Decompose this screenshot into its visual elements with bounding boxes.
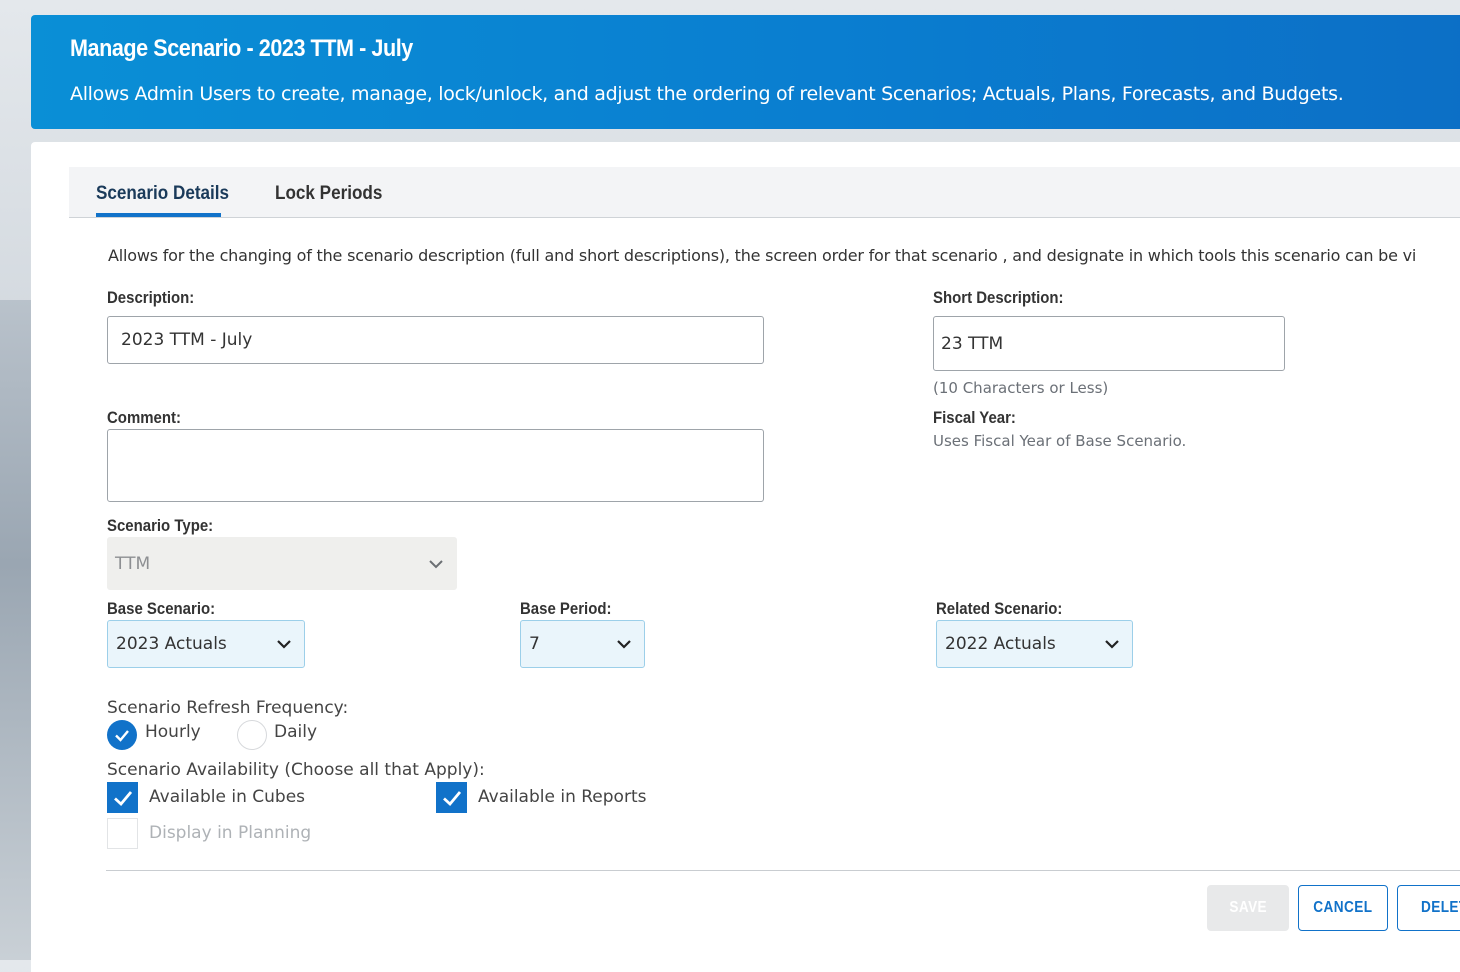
base-period-label: Base Period: (520, 599, 612, 618)
radio-daily-label: Daily (274, 722, 318, 742)
scenario-panel: Scenario Details Lock Periods Allows for… (31, 142, 1460, 972)
scenario-type-select: TTM (107, 537, 457, 590)
related-scenario-label: Related Scenario: (936, 599, 1063, 618)
checkbox-available-in-reports[interactable] (436, 782, 467, 813)
tab-scenario-details[interactable]: Scenario Details (96, 183, 229, 205)
footer-divider (106, 870, 1460, 871)
page-subtitle: Allows Admin Users to create, manage, lo… (70, 83, 1344, 105)
fiscal-year-label: Fiscal Year: (933, 408, 1016, 427)
chevron-down-icon (617, 640, 631, 649)
short-description-input[interactable]: 23 TTM (933, 316, 1285, 371)
tab-lock-periods[interactable]: Lock Periods (275, 183, 382, 205)
cancel-button[interactable]: CANCEL (1298, 885, 1388, 931)
active-tab-indicator (96, 213, 221, 217)
comment-field[interactable] (107, 429, 764, 502)
short-description-label: Short Description: (933, 288, 1064, 307)
radio-hourly-label: Hourly (145, 722, 201, 742)
description-value: 2023 TTM - July (121, 330, 253, 350)
fiscal-year-note: Uses Fiscal Year of Base Scenario. (933, 432, 1187, 450)
cancel-button-label: CANCEL (1313, 899, 1373, 916)
save-button[interactable]: SAVE (1207, 885, 1289, 931)
save-button-label: SAVE (1229, 899, 1267, 916)
base-scenario-value: 2023 Actuals (116, 634, 227, 654)
description-input[interactable]: 2023 TTM - July (107, 316, 764, 364)
display-in-planning-label: Display in Planning (149, 823, 312, 843)
chevron-down-icon (277, 640, 291, 649)
availability-label: Scenario Availability (Choose all that A… (107, 760, 485, 780)
tab-bar: Scenario Details Lock Periods (69, 167, 1460, 218)
checkbox-available-in-cubes[interactable] (107, 782, 138, 813)
check-icon (113, 790, 132, 806)
delete-button-label: DELETE (1420, 899, 1460, 916)
base-scenario-label: Base Scenario: (107, 599, 216, 618)
scenario-type-value: TTM (115, 553, 151, 574)
radio-hourly[interactable] (107, 720, 137, 750)
check-icon (442, 790, 461, 806)
chevron-down-icon (1105, 640, 1119, 649)
comment-label: Comment: (107, 408, 181, 427)
check-icon (115, 730, 129, 742)
base-period-value: 7 (529, 634, 540, 654)
page-header: Manage Scenario - 2023 TTM - July Allows… (31, 15, 1460, 129)
base-scenario-select[interactable]: 2023 Actuals (107, 620, 305, 668)
scenario-type-label: Scenario Type: (107, 516, 214, 535)
delete-button[interactable]: DELETE (1397, 885, 1460, 931)
page-title: Manage Scenario - 2023 TTM - July (70, 35, 413, 62)
intro-text: Allows for the changing of the scenario … (108, 246, 1417, 265)
related-scenario-select[interactable]: 2022 Actuals (936, 620, 1133, 668)
available-in-reports-label: Available in Reports (478, 787, 647, 807)
short-description-value: 23 TTM (941, 333, 1004, 354)
radio-daily[interactable] (237, 720, 267, 750)
base-period-select[interactable]: 7 (520, 620, 645, 668)
refresh-frequency-label: Scenario Refresh Frequency: (107, 698, 349, 718)
chevron-down-icon (429, 559, 443, 568)
checkbox-display-in-planning (107, 818, 138, 849)
short-description-hint: (10 Characters or Less) (933, 379, 1109, 397)
available-in-cubes-label: Available in Cubes (149, 787, 306, 807)
related-scenario-value: 2022 Actuals (945, 634, 1056, 654)
description-label: Description: (107, 288, 195, 307)
